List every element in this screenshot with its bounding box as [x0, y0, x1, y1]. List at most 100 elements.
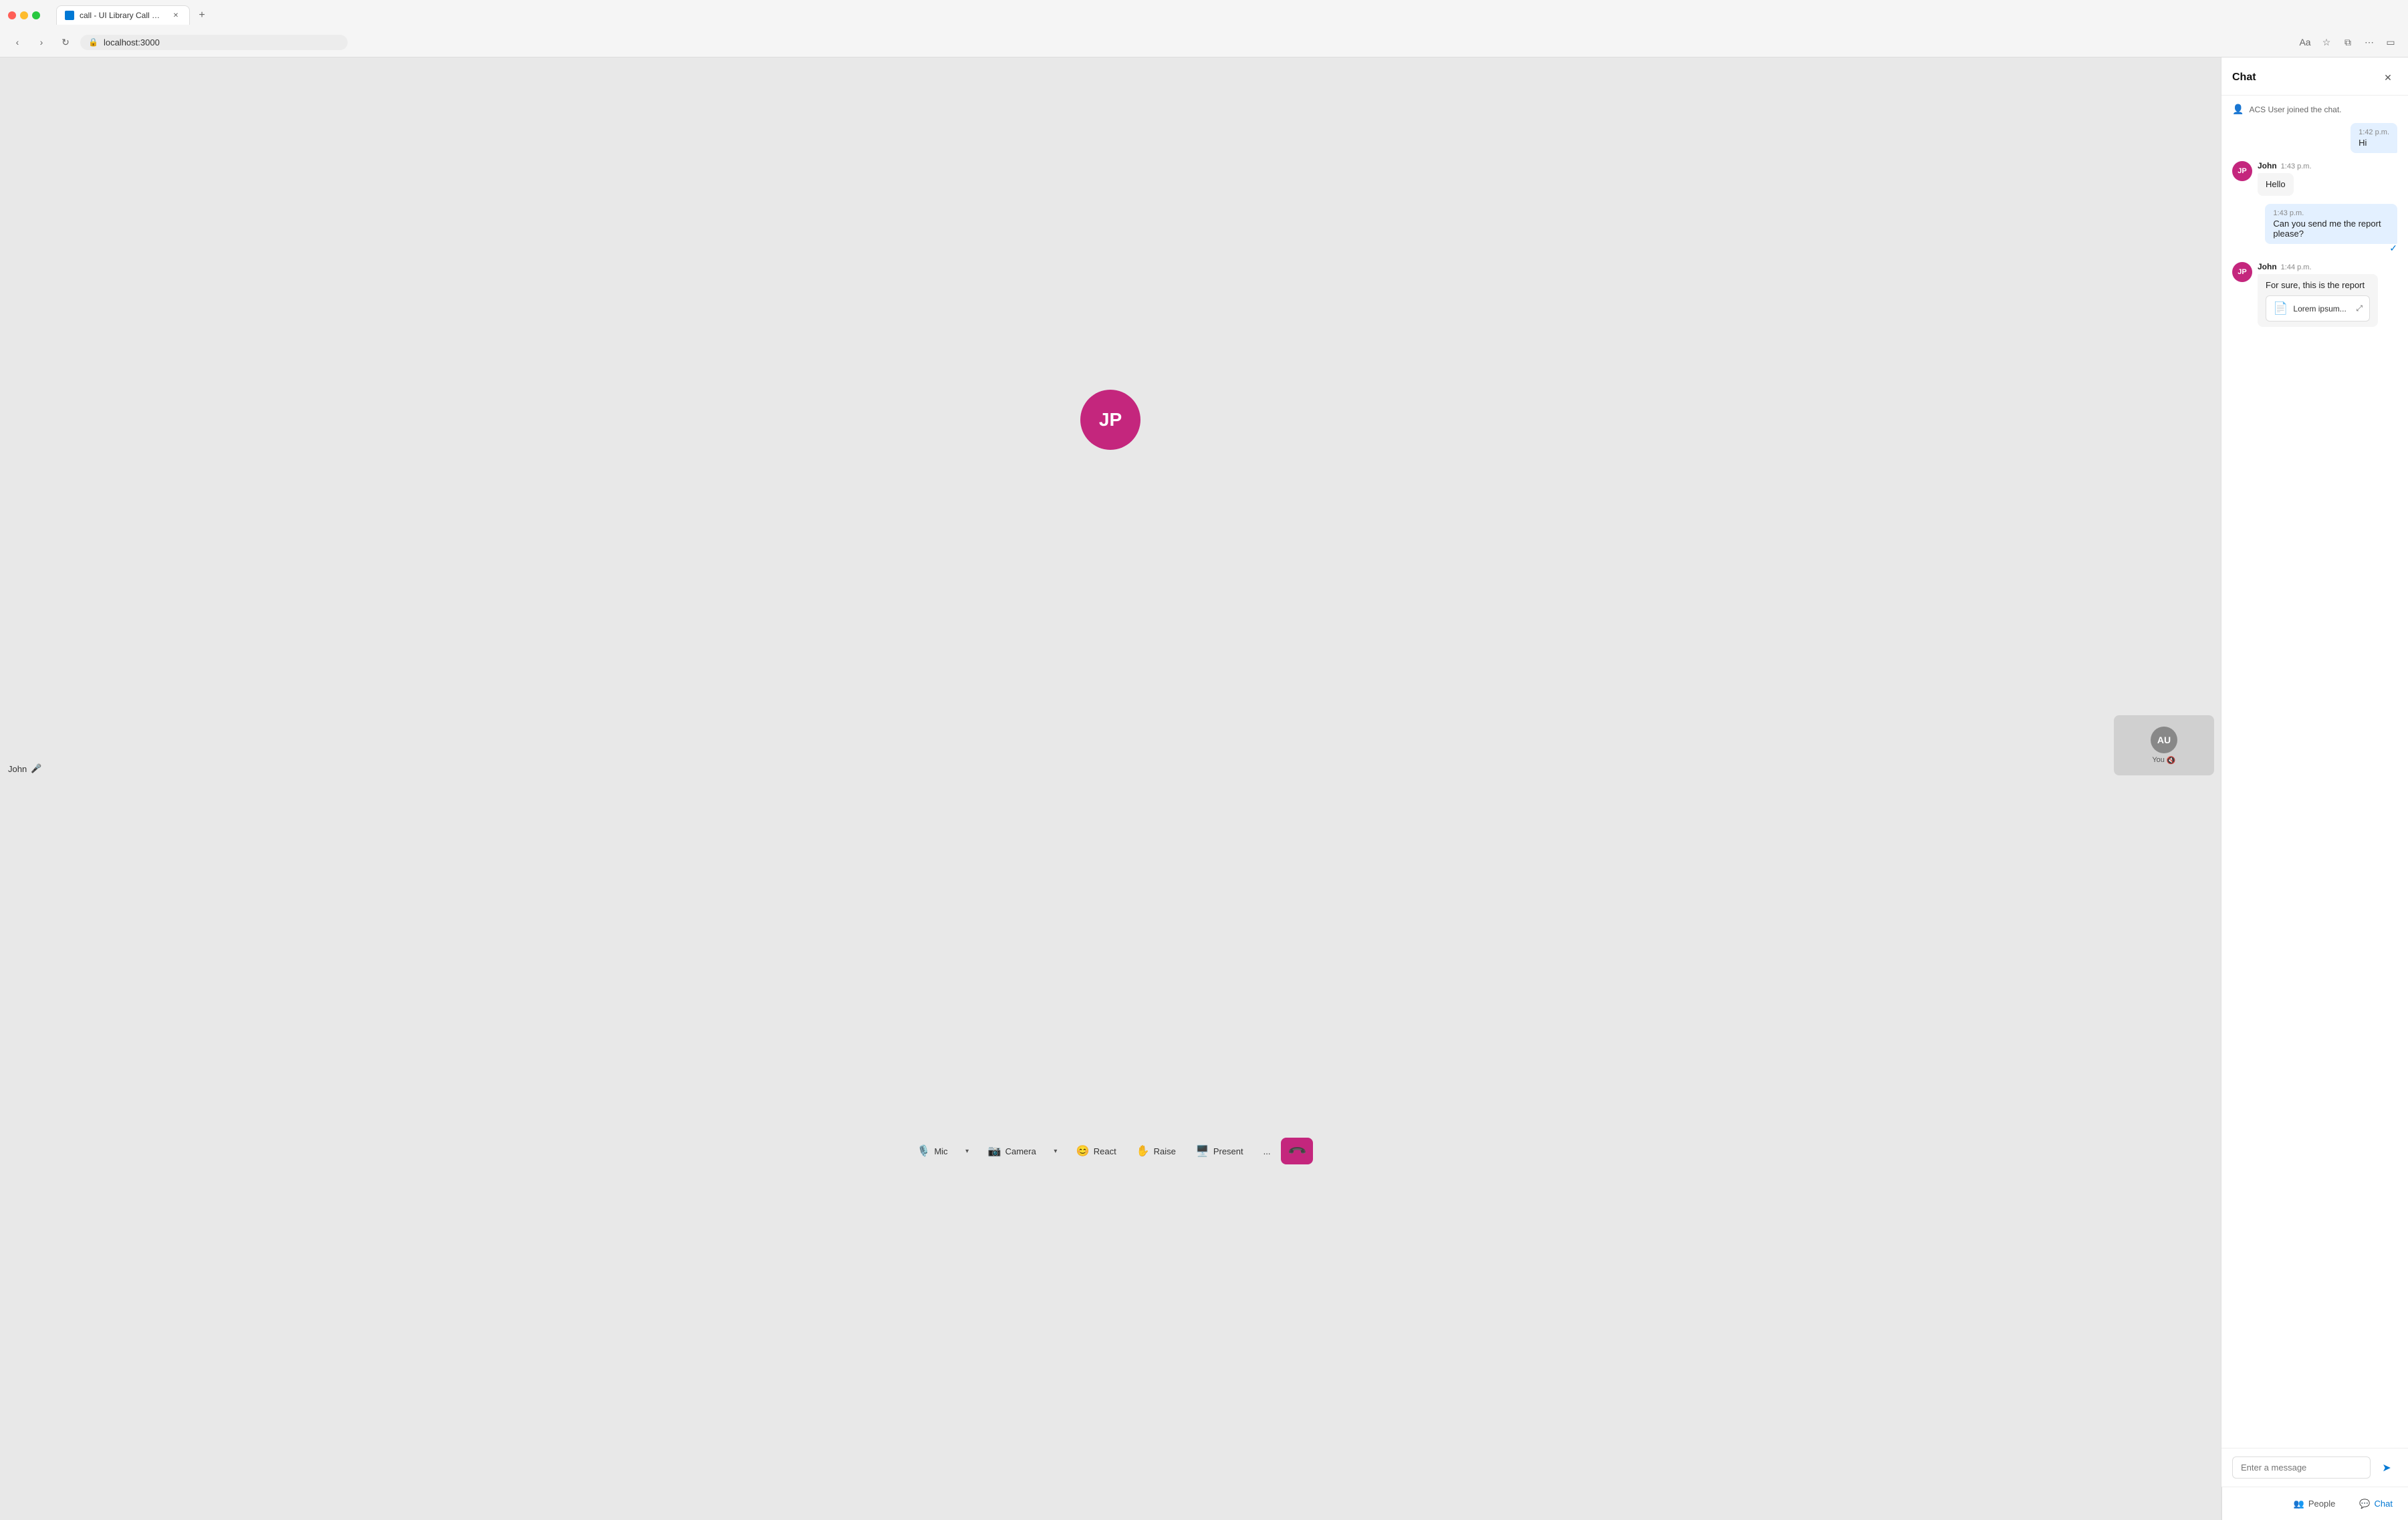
john-avatar-2: JP [2232, 262, 2252, 282]
participant-name: John [8, 764, 27, 774]
camera-button-group: 📷 Camera ▾ [979, 1139, 1066, 1163]
reader-mode-button[interactable]: Aa [2296, 33, 2314, 51]
browser-chrome: call - UI Library Call With... ✕ + ‹ › ↻… [0, 0, 2408, 57]
participant-avatar: JP [1080, 390, 1140, 450]
call-controls-bar: 🎙️ Mic ▾ 📷 Camera ▾ 😊 React ✋ [0, 782, 2221, 1520]
sidebar-button[interactable]: ▭ [2381, 33, 2400, 51]
bubble-text-2: Can you send me the report please? [2273, 219, 2389, 239]
address-box[interactable]: 🔒 localhost:3000 [80, 35, 348, 50]
people-icon: 👥 [2294, 1499, 2304, 1509]
mic-button[interactable]: 🎙️ Mic [908, 1139, 957, 1163]
system-message: 👤 ACS User joined the chat. [2232, 104, 2397, 115]
participant-initials: JP [1099, 409, 1122, 430]
people-tab-label: People [2308, 1499, 2335, 1509]
lock-icon: 🔒 [88, 37, 98, 47]
mic-button-group: 🎙️ Mic ▾ [908, 1139, 977, 1163]
participant-name-label: John 🎤 [8, 763, 41, 774]
john-avatar-1: JP [2232, 161, 2252, 181]
camera-label: Camera [1005, 1146, 1036, 1156]
forward-button[interactable]: › [32, 33, 51, 51]
end-call-icon: 📞 [1287, 1141, 1308, 1162]
message-outgoing-1: 1:42 p.m. Hi [2232, 123, 2397, 153]
chat-send-button[interactable]: ➤ [2376, 1457, 2397, 1479]
read-receipt: ✓ [2389, 243, 2397, 254]
file-icon: 📄 [2273, 301, 2288, 315]
call-main: JP John 🎤 AU You 🔇 [0, 57, 2221, 782]
more-button[interactable]: ... [1254, 1141, 1280, 1162]
john-text-1: Hello [2266, 179, 2286, 189]
people-tab-button[interactable]: 👥 People [2283, 1493, 2346, 1515]
mic-dropdown-button[interactable]: ▾ [957, 1139, 977, 1163]
system-message-text: ACS User joined the chat. [2249, 105, 2341, 114]
tab-bar: call - UI Library Call With... ✕ + [48, 5, 219, 25]
address-bar-row: ‹ › ↻ 🔒 localhost:3000 Aa ☆ ⧉ ⋯ ▭ [0, 30, 2408, 57]
self-avatar: AU [2151, 727, 2177, 753]
camera-button[interactable]: 📷 Camera [979, 1139, 1046, 1163]
john-name-2: John [2258, 262, 2277, 271]
bubble-time-1: 1:42 p.m. [2359, 128, 2389, 136]
browser-actions: Aa ☆ ⧉ ⋯ ▭ [2296, 33, 2400, 51]
john-message-content-2: John 1:44 p.m. For sure, this is the rep… [2258, 262, 2397, 327]
file-open-icon[interactable]: ⤢ [2356, 303, 2363, 313]
self-initials: AU [2157, 735, 2171, 745]
chat-close-button[interactable]: ✕ [2379, 68, 2397, 87]
john-msg-header-1: John 1:43 p.m. [2258, 161, 2397, 170]
raise-button[interactable]: ✋ Raise [1127, 1139, 1185, 1163]
chat-input[interactable] [2232, 1456, 2371, 1479]
john-message-with-file: For sure, this is the report 📄 Lorem ips… [2258, 274, 2378, 327]
react-icon: 😊 [1076, 1144, 1090, 1158]
john-text-2: For sure, this is the report [2266, 280, 2365, 290]
present-label: Present [1213, 1146, 1243, 1156]
tab-close-button[interactable]: ✕ [170, 10, 181, 21]
raise-icon: ✋ [1136, 1144, 1150, 1158]
active-tab[interactable]: call - UI Library Call With... ✕ [56, 5, 190, 25]
more-options-button[interactable]: ⋯ [2360, 33, 2379, 51]
chat-messages-list: 👤 ACS User joined the chat. 1:42 p.m. Hi… [2221, 96, 2408, 1448]
browser-window-controls [8, 11, 40, 19]
tab-favicon [65, 11, 74, 20]
system-join-icon: 👤 [2232, 104, 2244, 115]
tab-title: call - UI Library Call With... [80, 11, 165, 20]
react-button[interactable]: 😊 React [1067, 1139, 1126, 1163]
john-time-2: 1:44 p.m. [2281, 263, 2312, 271]
present-button[interactable]: 🖥️ Present [1187, 1139, 1253, 1163]
mic-icon: 🎙️ [917, 1144, 931, 1158]
self-label: You 🔇 [2152, 756, 2175, 765]
raise-label: Raise [1154, 1146, 1176, 1156]
bubble-text-1: Hi [2359, 138, 2389, 148]
bubble-outgoing-2: 1:43 p.m. Can you send me the report ple… [2265, 204, 2397, 244]
john-msg-header-2: John 1:44 p.m. [2258, 262, 2397, 271]
close-window-dot[interactable] [8, 11, 16, 19]
message-outgoing-2-group: 1:43 p.m. Can you send me the report ple… [2232, 204, 2397, 254]
back-button[interactable]: ‹ [8, 33, 27, 51]
chat-icon: 💬 [2359, 1499, 2370, 1509]
chat-header: Chat ✕ [2221, 57, 2408, 96]
bubble-outgoing-1: 1:42 p.m. Hi [2351, 123, 2397, 153]
file-attachment[interactable]: 📄 Lorem ipsum... ⤢ [2266, 295, 2370, 322]
message-incoming-1: JP John 1:43 p.m. Hello [2232, 161, 2397, 196]
right-tabs-bar: 👥 People 💬 Chat [2221, 1487, 2408, 1520]
john-bubble-1: Hello [2258, 173, 2294, 196]
split-view-button[interactable]: ⧉ [2338, 33, 2357, 51]
end-call-button[interactable]: 📞 [1281, 1138, 1313, 1164]
john-name-1: John [2258, 161, 2277, 170]
self-muted-icon: 🔇 [2167, 756, 2176, 765]
chat-tab-button[interactable]: 💬 Chat [2349, 1493, 2403, 1515]
call-area: JP John 🎤 AU You 🔇 [0, 57, 2221, 1520]
new-tab-button[interactable]: + [193, 6, 211, 25]
present-icon: 🖥️ [1196, 1144, 1209, 1158]
camera-icon: 📷 [988, 1144, 1001, 1158]
file-name: Lorem ipsum... [2293, 304, 2351, 313]
react-label: React [1094, 1146, 1116, 1156]
minimize-window-dot[interactable] [20, 11, 28, 19]
chat-tab-label: Chat [2375, 1499, 2393, 1509]
refresh-button[interactable]: ↻ [56, 33, 75, 51]
bookmark-button[interactable]: ☆ [2317, 33, 2336, 51]
more-label: ... [1263, 1146, 1271, 1156]
message-incoming-2: JP John 1:44 p.m. For sure, this is the … [2232, 262, 2397, 327]
maximize-window-dot[interactable] [32, 11, 40, 19]
john-message-content-1: John 1:43 p.m. Hello [2258, 161, 2397, 196]
app-container: JP John 🎤 AU You 🔇 [0, 57, 2408, 1520]
camera-dropdown-button[interactable]: ▾ [1046, 1139, 1066, 1163]
browser-title-bar: call - UI Library Call With... ✕ + [0, 0, 2408, 30]
